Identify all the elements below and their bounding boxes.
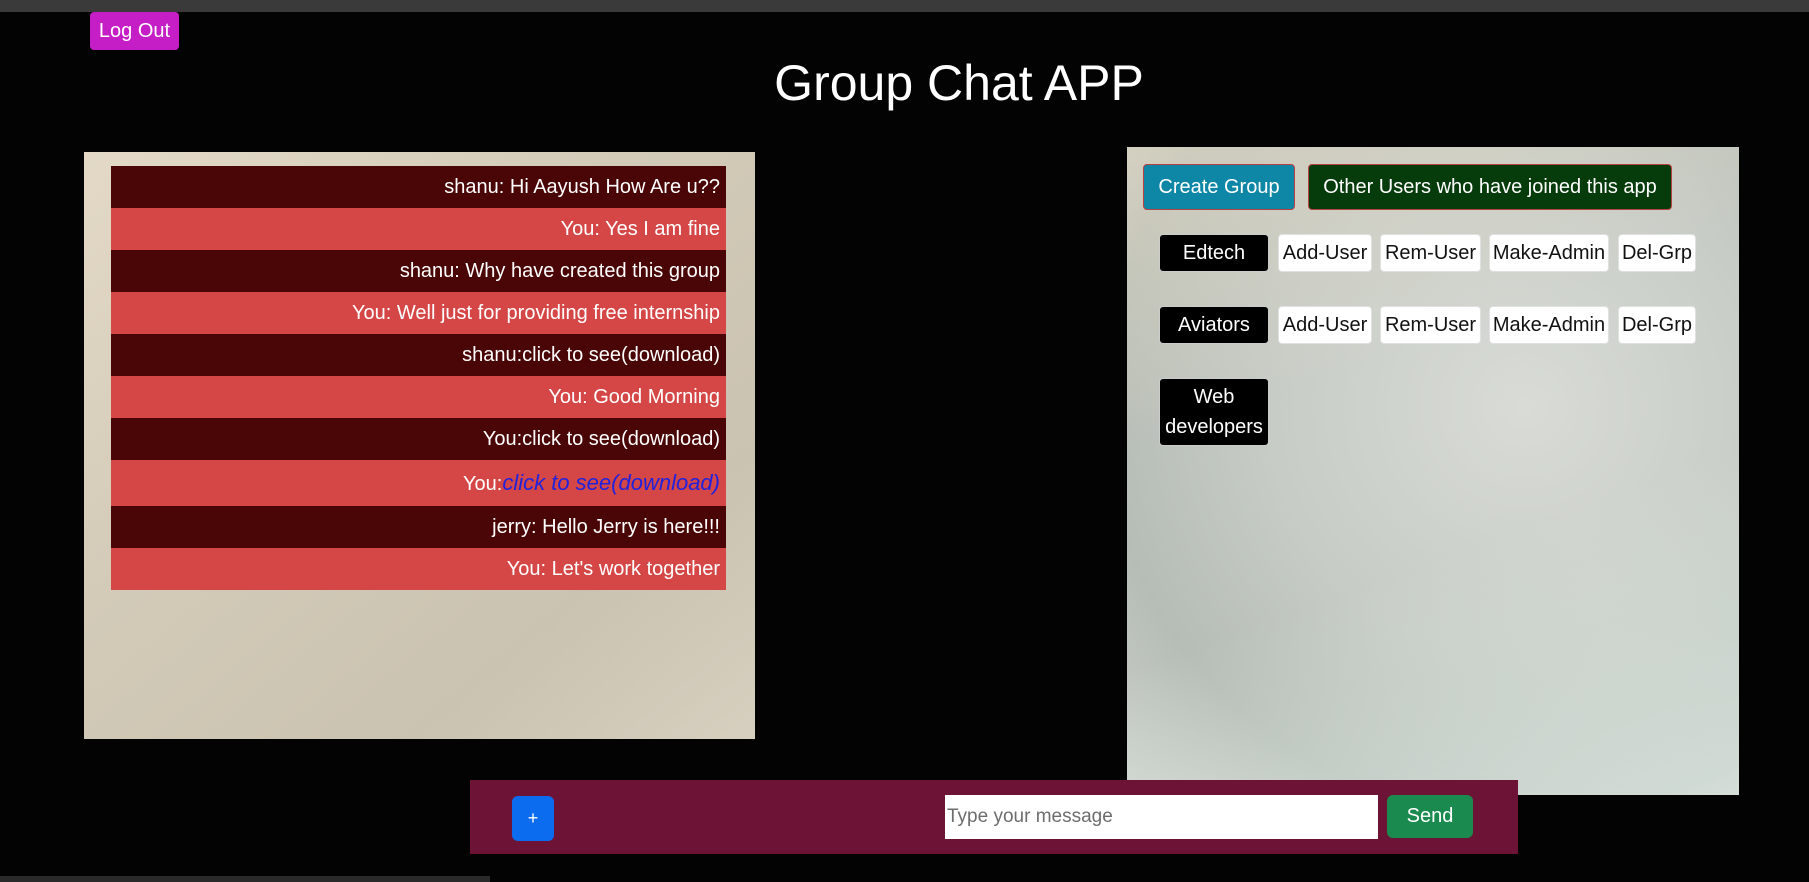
page-title: Group Chat APP [774, 55, 1144, 111]
message-list: shanu: Hi Aayush How Are u?? You: Yes I … [111, 166, 726, 590]
delete-group-button[interactable]: Del-Grp [1618, 306, 1696, 344]
remove-user-button[interactable]: Rem-User [1380, 234, 1481, 272]
download-link[interactable]: click to see(download) [502, 470, 720, 495]
make-admin-button[interactable]: Make-Admin [1489, 306, 1609, 344]
message-row: shanu: Why have created this group [111, 250, 726, 292]
delete-group-button[interactable]: Del-Grp [1618, 234, 1696, 272]
chat-panel: shanu: Hi Aayush How Are u?? You: Yes I … [84, 152, 755, 739]
message-row: jerry: Hello Jerry is here!!! [111, 506, 726, 548]
message-row: shanu: Hi Aayush How Are u?? [111, 166, 726, 208]
remove-user-button[interactable]: Rem-User [1380, 306, 1481, 344]
bottom-scrollbar[interactable] [0, 876, 490, 882]
other-users-button[interactable]: Other Users who have joined this app [1308, 164, 1672, 210]
message-row: shanu:click to see(download) [111, 334, 726, 376]
logout-button[interactable]: Log Out [90, 12, 179, 50]
group-name-button[interactable]: Edtech [1159, 234, 1269, 272]
message-row: You: Yes I am fine [111, 208, 726, 250]
make-admin-button[interactable]: Make-Admin [1489, 234, 1609, 272]
add-user-button[interactable]: Add-User [1278, 306, 1372, 344]
create-group-button[interactable]: Create Group [1143, 164, 1295, 210]
message-sender: You: [463, 473, 503, 495]
top-strip [0, 0, 1809, 12]
message-row: You: Well just for providing free intern… [111, 292, 726, 334]
message-row: You:click to see(download) [111, 418, 726, 460]
group-name-button[interactable]: Web developers [1159, 378, 1269, 446]
message-row: You: Good Morning [111, 376, 726, 418]
message-row: You: Let's work together [111, 548, 726, 590]
message-input[interactable] [945, 795, 1378, 839]
message-row: You:click to see(download) [111, 460, 726, 506]
add-user-button[interactable]: Add-User [1278, 234, 1372, 272]
attach-button[interactable]: + [512, 796, 554, 841]
send-button[interactable]: Send [1387, 795, 1473, 838]
groups-panel: Create Group Other Users who have joined… [1127, 147, 1739, 795]
group-name-button[interactable]: Aviators [1159, 306, 1269, 344]
message-composer: + Send [470, 780, 1518, 854]
